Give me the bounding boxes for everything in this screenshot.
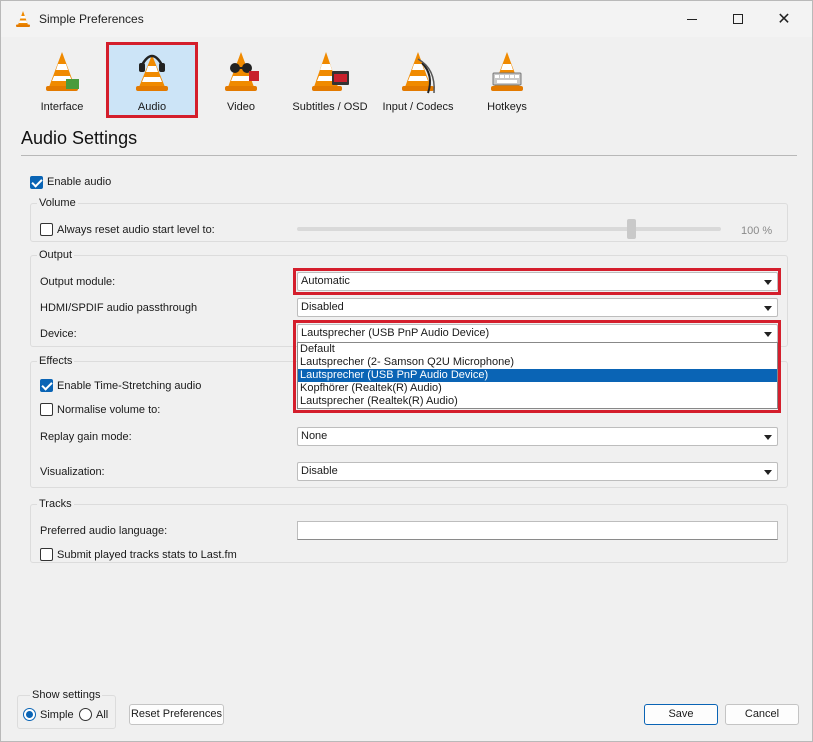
- cancel-button[interactable]: Cancel: [725, 704, 799, 725]
- category-label: Hotkeys: [487, 101, 527, 113]
- chevron-down-icon: [764, 280, 772, 285]
- category-label: Interface: [40, 101, 84, 113]
- enable-audio-label: Enable audio: [47, 176, 112, 188]
- reset-level-label: Always reset audio start level to:: [57, 224, 215, 236]
- visualization-select[interactable]: Disable: [297, 462, 778, 481]
- preferred-language-label: Preferred audio language:: [40, 525, 168, 537]
- simple-radio[interactable]: [23, 708, 36, 721]
- chevron-down-icon: [764, 435, 772, 440]
- tracks-group-label: Tracks: [37, 498, 74, 510]
- visualization-value: Disable: [301, 465, 338, 477]
- vlc-cone-icon: [16, 11, 30, 27]
- passthrough-select[interactable]: Disabled: [297, 298, 778, 317]
- normalise-label: Normalise volume to:: [57, 404, 161, 416]
- cone-glasses-icon: [225, 52, 259, 91]
- category-hotkeys[interactable]: Hotkeys: [469, 45, 545, 115]
- cone-headphones-icon: [136, 54, 168, 91]
- show-settings-label: Show settings: [30, 689, 103, 701]
- category-subtitles-osd[interactable]: Subtitles / OSD: [288, 45, 372, 115]
- passthrough-value: Disabled: [301, 301, 344, 313]
- title-bar: Simple Preferences ✕: [1, 1, 812, 37]
- preferences-window: Simple Preferences ✕ Interface Audio Vid…: [0, 0, 813, 742]
- device-option-samson[interactable]: Lautsprecher (2- Samson Q2U Microphone): [298, 356, 777, 369]
- cone-cable-icon: [402, 52, 435, 94]
- output-module-select[interactable]: Automatic: [297, 272, 778, 291]
- replay-gain-label: Replay gain mode:: [40, 431, 132, 443]
- cone-interface-icon: [46, 52, 79, 91]
- device-option-realtek-headphones[interactable]: Kopfhörer (Realtek(R) Audio): [298, 382, 777, 395]
- output-module-value: Automatic: [301, 275, 350, 287]
- device-dropdown-list: Default Lautsprecher (2- Samson Q2U Micr…: [297, 342, 778, 409]
- category-input-codecs[interactable]: Input / Codecs: [378, 45, 458, 115]
- lastfm-label: Submit played tracks stats to Last.fm: [57, 549, 237, 561]
- simple-radio-label: Simple: [40, 709, 74, 721]
- device-value: Lautsprecher (USB PnP Audio Device): [301, 327, 490, 339]
- all-radio[interactable]: [79, 708, 92, 721]
- section-title: Audio Settings: [21, 128, 138, 148]
- passthrough-label: HDMI/SPDIF audio passthrough: [40, 302, 198, 314]
- time-stretch-checkbox[interactable]: [40, 379, 53, 392]
- lastfm-checkbox[interactable]: [40, 548, 53, 561]
- device-option-usb-pnp[interactable]: Lautsprecher (USB PnP Audio Device): [298, 369, 777, 382]
- normalise-checkbox[interactable]: [40, 403, 53, 416]
- cone-clapperboard-icon: [312, 52, 349, 91]
- replay-gain-value: None: [301, 430, 328, 442]
- preferred-language-input[interactable]: [297, 521, 778, 540]
- volume-group-label: Volume: [37, 197, 78, 209]
- all-radio-label: All: [96, 709, 109, 721]
- output-module-label: Output module:: [40, 276, 116, 288]
- minimize-icon: [687, 18, 697, 20]
- replay-gain-select[interactable]: None: [297, 427, 778, 446]
- category-label: Audio: [137, 101, 167, 113]
- enable-audio-checkbox[interactable]: [30, 176, 43, 189]
- category-video[interactable]: Video: [201, 45, 281, 115]
- chevron-down-icon: [764, 332, 772, 337]
- window-title: Simple Preferences: [39, 12, 144, 26]
- chevron-down-icon: [764, 470, 772, 475]
- maximize-icon: [733, 14, 743, 24]
- section-divider: [21, 155, 797, 156]
- category-label: Subtitles / OSD: [292, 101, 368, 113]
- visualization-label: Visualization:: [40, 466, 105, 478]
- reset-preferences-button[interactable]: Reset Preferences: [129, 704, 224, 725]
- maximize-button[interactable]: [715, 1, 761, 37]
- close-button[interactable]: ✕: [761, 1, 807, 37]
- device-option-realtek-speakers[interactable]: Lautsprecher (Realtek(R) Audio): [298, 395, 777, 408]
- output-group-label: Output: [37, 249, 75, 261]
- save-button[interactable]: Save: [644, 704, 718, 725]
- category-label: Input / Codecs: [382, 101, 454, 113]
- effects-group-label: Effects: [37, 355, 75, 367]
- cone-keyboard-icon: [491, 52, 523, 91]
- category-label: Video: [227, 101, 255, 113]
- minimize-button[interactable]: [669, 1, 715, 37]
- time-stretch-label: Enable Time-Stretching audio: [57, 380, 202, 392]
- device-select[interactable]: Lautsprecher (USB PnP Audio Device): [297, 324, 778, 343]
- volume-level-text: 100 %: [741, 225, 773, 237]
- volume-slider-handle[interactable]: [627, 219, 636, 239]
- chevron-down-icon: [764, 306, 772, 311]
- device-label: Device:: [40, 328, 77, 340]
- close-icon: ✕: [777, 11, 791, 28]
- device-option-default[interactable]: Default: [298, 343, 777, 356]
- category-interface[interactable]: Interface: [24, 45, 100, 115]
- volume-group: [30, 203, 788, 242]
- volume-slider-track[interactable]: [297, 227, 721, 231]
- category-audio[interactable]: Audio: [109, 45, 195, 115]
- reset-level-checkbox[interactable]: [40, 223, 53, 236]
